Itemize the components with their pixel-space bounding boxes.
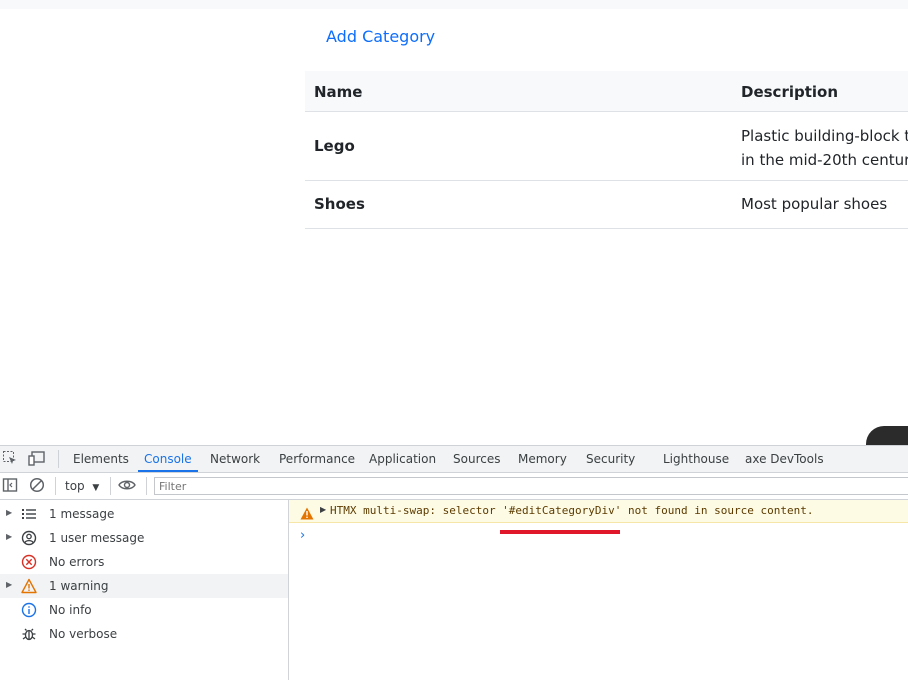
sidebar-item-label: No info xyxy=(49,603,92,617)
tab-performance[interactable]: Performance xyxy=(279,446,355,472)
tab-lighthouse[interactable]: Lighthouse xyxy=(663,446,729,472)
warning-icon xyxy=(21,578,37,594)
header-name: Name xyxy=(314,83,363,101)
sidebar-item-info[interactable]: No info xyxy=(0,598,288,622)
console-filter-input[interactable] xyxy=(154,477,908,495)
tab-console[interactable]: Console xyxy=(138,446,198,472)
user-icon xyxy=(21,530,37,546)
sidebar-item-warnings[interactable]: ▶ 1 warning xyxy=(0,574,288,598)
list-icon xyxy=(21,506,37,522)
tab-memory[interactable]: Memory xyxy=(518,446,567,472)
toolbar-divider xyxy=(110,477,111,495)
warning-icon xyxy=(300,505,314,520)
header-description: Description xyxy=(741,83,839,101)
console-prompt[interactable]: › xyxy=(300,528,305,543)
table-header: Name Description xyxy=(305,71,908,112)
expand-arrow-icon[interactable]: ▶ xyxy=(6,532,12,541)
tab-application[interactable]: Application xyxy=(369,446,436,472)
table-row: Lego Plastic building-block toys in the … xyxy=(305,112,908,181)
row-description: Plastic building-block toys in the mid-2… xyxy=(741,124,908,172)
tab-sources[interactable]: Sources xyxy=(453,446,500,472)
tab-elements[interactable]: Elements xyxy=(73,446,129,472)
tabbar-divider xyxy=(58,450,59,468)
add-category-link[interactable]: Add Category xyxy=(326,27,435,46)
expand-arrow-icon[interactable]: ▶ xyxy=(320,505,326,514)
tab-security[interactable]: Security xyxy=(586,446,635,472)
expand-arrow-icon[interactable]: ▶ xyxy=(6,508,12,517)
sidebar-item-label: No errors xyxy=(49,555,105,569)
context-selector[interactable]: top ▼ xyxy=(65,477,99,497)
sidebar-item-label: 1 warning xyxy=(49,579,109,593)
console-toolbar: top ▼ xyxy=(0,473,908,500)
caret-down-icon: ▼ xyxy=(92,483,100,493)
sidebar-item-label: 1 user message xyxy=(49,531,145,545)
bug-icon xyxy=(21,626,37,642)
row-description-line: Plastic building-block toys xyxy=(741,127,908,145)
sidebar-item-user-messages[interactable]: ▶ 1 user message xyxy=(0,526,288,550)
categories-table: Name Description Lego Plastic building-b… xyxy=(305,71,908,229)
top-strip xyxy=(0,0,908,9)
warning-text: HTMX multi-swap: selector '#editCategory… xyxy=(330,504,814,517)
console-warning-message[interactable]: ▶ HTMX multi-swap: selector '#editCatego… xyxy=(289,500,908,523)
sidebar-item-verbose[interactable]: No verbose xyxy=(0,622,288,646)
error-icon xyxy=(21,554,37,570)
tab-axe-devtools[interactable]: axe DevTools xyxy=(745,446,824,472)
row-description: Most popular shoes xyxy=(741,195,888,213)
table-row: Shoes Most popular shoes xyxy=(305,181,908,229)
sidebar-toggle-icon[interactable] xyxy=(1,477,19,495)
sidebar-item-label: 1 message xyxy=(49,507,115,521)
info-icon xyxy=(21,602,37,618)
row-description-line: in the mid-20th century xyxy=(741,151,908,169)
toolbar-divider xyxy=(146,477,147,495)
console-sidebar: ▶ 1 message ▶ 1 user message No errors ▶… xyxy=(0,500,289,680)
clear-console-icon[interactable] xyxy=(28,477,46,495)
context-value: top xyxy=(65,479,85,493)
highlight-underline xyxy=(500,530,620,534)
eye-icon[interactable] xyxy=(118,477,136,495)
row-name: Shoes xyxy=(314,195,365,213)
sidebar-item-label: No verbose xyxy=(49,627,118,641)
toolbar-divider xyxy=(55,477,56,495)
device-toolbar-icon[interactable] xyxy=(28,450,46,468)
sidebar-item-errors[interactable]: No errors xyxy=(0,550,288,574)
inspect-element-icon[interactable] xyxy=(1,450,19,468)
expand-arrow-icon[interactable]: ▶ xyxy=(6,580,12,589)
devtools-panel: Elements Console Network Performance App… xyxy=(0,445,908,680)
sidebar-item-messages[interactable]: ▶ 1 message xyxy=(0,502,288,526)
row-name: Lego xyxy=(314,137,355,155)
devtools-tabbar: Elements Console Network Performance App… xyxy=(0,446,908,473)
console-output: ▶ HTMX multi-swap: selector '#editCatego… xyxy=(289,500,908,680)
tab-network[interactable]: Network xyxy=(210,446,260,472)
